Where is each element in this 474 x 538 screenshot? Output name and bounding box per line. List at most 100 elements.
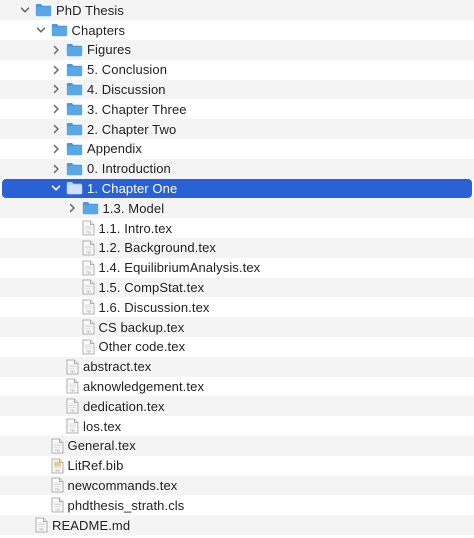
tree-row-general-tex[interactable]: TEX General.tex [0, 436, 474, 456]
md-file-icon: MD [35, 517, 48, 533]
tree-row-label: 5. Conclusion [87, 62, 168, 78]
tree-row-label: abstract.tex [83, 359, 152, 375]
svg-text:TEX: TEX [85, 290, 90, 294]
tex-file-icon: TEX [66, 398, 79, 414]
tree-row-label: 3. Chapter Three [87, 101, 187, 117]
file-tree: PhD Thesis Chapters Figures 5. Conclusion 4.… [0, 0, 474, 538]
svg-text:BIB: BIB [55, 468, 60, 472]
folder-icon [82, 201, 99, 215]
tree-row-label: 4. Discussion [87, 81, 166, 97]
chevron-right-icon[interactable] [50, 44, 62, 56]
folder-icon [66, 122, 83, 136]
folder-icon [66, 82, 83, 96]
folder-icon [35, 3, 52, 17]
svg-text:TEX: TEX [85, 250, 90, 254]
tree-row-chapters[interactable]: Chapters [0, 20, 474, 40]
folder-icon [66, 102, 83, 116]
tree-row-phdthesis-strath-cls[interactable]: CLS phdthesis_strath.cls [0, 495, 474, 515]
tree-row-label: Appendix [87, 141, 143, 157]
tree-row-appendix[interactable]: Appendix [0, 139, 474, 159]
tree-row-4-discussion[interactable]: 4. Discussion [0, 79, 474, 100]
tree-row-1-2-background-tex[interactable]: TEX 1.2. Background.tex [0, 238, 474, 258]
tree-row-label: 1.1. Intro.tex [98, 220, 173, 236]
tree-row-label: dedication.tex [83, 398, 165, 414]
tree-row-cs-backup-tex[interactable]: TEX CS backup.tex [0, 317, 474, 337]
svg-text:TEX: TEX [85, 231, 90, 235]
tree-row-newcommands-tex[interactable]: TEX newcommands.tex [0, 475, 474, 496]
tree-row-1-5-compstat-tex[interactable]: TEX 1.5. CompStat.tex [0, 277, 474, 298]
folder-icon [51, 23, 68, 37]
svg-text:TEX: TEX [70, 369, 75, 373]
bib-file-icon: BIB [51, 458, 64, 474]
svg-text:TEX: TEX [85, 330, 90, 334]
chevron-right-icon[interactable] [66, 202, 78, 214]
tree-row-readme-md[interactable]: MD README.md [0, 515, 474, 535]
tree-row-3-chapter-three[interactable]: 3. Chapter Three [0, 99, 474, 119]
svg-text:MD: MD [39, 528, 43, 532]
tree-row-phd-thesis[interactable]: PhD Thesis [0, 0, 474, 21]
svg-text:TEX: TEX [70, 429, 75, 433]
folder-icon [66, 162, 83, 176]
tree-row-label: Other code.tex [98, 339, 186, 355]
chevron-right-icon[interactable] [50, 83, 62, 95]
tree-row-1-1-intro-tex[interactable]: TEX 1.1. Intro.tex [0, 218, 474, 238]
svg-text:TEX: TEX [85, 349, 90, 353]
tree-row-label: CS backup.tex [98, 319, 185, 335]
tex-file-icon: TEX [66, 359, 79, 375]
folder-icon [66, 63, 83, 77]
tree-row-abstract-tex[interactable]: TEX abstract.tex [0, 356, 474, 377]
chevron-down-icon[interactable] [35, 24, 47, 36]
svg-text:TEX: TEX [70, 389, 75, 393]
tex-file-icon: TEX [82, 220, 95, 236]
tree-row-1-6-discussion-tex[interactable]: TEX 1.6. Discussion.tex [0, 297, 474, 317]
tree-row-aknowledgement-tex[interactable]: TEX aknowledgement.tex [0, 377, 474, 397]
tree-row-dedication-tex[interactable]: TEX dedication.tex [0, 396, 474, 417]
chevron-right-icon[interactable] [50, 143, 62, 155]
chevron-right-icon[interactable] [50, 123, 62, 135]
svg-text:TEX: TEX [85, 310, 90, 314]
tree-row-litref-bib[interactable]: BIB LitRef.bib [0, 456, 474, 476]
tree-row-label: los.tex [83, 418, 122, 434]
chevron-right-icon[interactable] [50, 163, 62, 175]
tree-row-label: 1.5. CompStat.tex [98, 279, 205, 295]
tree-row-label: 1. Chapter One [87, 180, 178, 196]
tex-file-icon: TEX [82, 240, 95, 256]
tree-row-1-4-equilibriumanalysis-tex[interactable]: TEX 1.4. EquilibriumAnalysis.tex [0, 258, 474, 278]
tree-row-0-introduction[interactable]: 0. Introduction [0, 158, 474, 179]
svg-text:CLS: CLS [55, 508, 60, 512]
chevron-right-icon[interactable] [50, 64, 62, 76]
svg-text:TEX: TEX [54, 448, 59, 452]
svg-text:TEX: TEX [85, 270, 90, 274]
folder-icon [66, 43, 83, 57]
cls-file-icon: CLS [51, 497, 64, 513]
tree-row-los-tex[interactable]: TEX los.tex [0, 416, 474, 436]
chevron-down-icon[interactable] [19, 4, 31, 16]
tree-row-1-3-model[interactable]: 1.3. Model [0, 198, 474, 219]
tree-row-label: PhD Thesis [56, 2, 124, 18]
chevron-right-icon[interactable] [50, 103, 62, 115]
tex-file-icon: TEX [82, 299, 95, 315]
chevron-down-icon[interactable] [50, 182, 62, 194]
folder-icon [66, 142, 83, 156]
tree-row-label: 1.2. Background.tex [98, 240, 217, 256]
tree-row-label: newcommands.tex [67, 477, 178, 493]
tex-file-icon: TEX [82, 279, 95, 295]
tex-file-icon: TEX [82, 339, 95, 355]
tree-row-label: 0. Introduction [87, 161, 171, 177]
tree-row-label: phdthesis_strath.cls [67, 497, 185, 513]
tree-row-label: 1.3. Model [102, 200, 165, 216]
tex-file-icon: TEX [82, 260, 95, 276]
tree-row-label: 1.4. EquilibriumAnalysis.tex [98, 260, 261, 276]
svg-text:TEX: TEX [54, 488, 59, 492]
tree-row-2-chapter-two[interactable]: 2. Chapter Two [0, 119, 474, 139]
tree-row-other-code-tex[interactable]: TEX Other code.tex [0, 337, 474, 357]
tex-file-icon: TEX [66, 418, 79, 434]
tree-row-label: 1.6. Discussion.tex [98, 299, 210, 315]
tree-row-5-conclusion[interactable]: 5. Conclusion [0, 60, 474, 80]
tree-row-figures[interactable]: Figures [0, 40, 474, 60]
tex-file-icon: TEX [82, 319, 95, 335]
tree-row-label: LitRef.bib [67, 458, 124, 474]
tree-row-label: aknowledgement.tex [83, 378, 205, 394]
tree-row-1-chapter-one[interactable]: 1. Chapter One [2, 178, 472, 199]
tex-file-icon: TEX [66, 378, 79, 394]
